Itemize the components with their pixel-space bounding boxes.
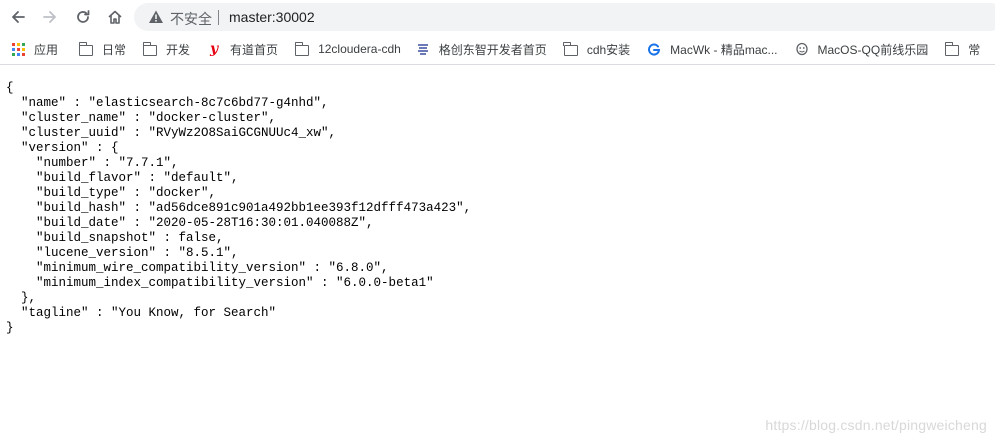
reload-button[interactable] bbox=[70, 4, 96, 30]
browser-toolbar: 不安全 master:30002 bbox=[0, 0, 995, 34]
bookmark-label: 有道首页 bbox=[230, 42, 279, 57]
bookmark-label: 格创东智开发者首页 bbox=[438, 42, 547, 57]
json-line: { bbox=[6, 81, 14, 95]
forward-button[interactable] bbox=[37, 4, 63, 30]
folder-icon bbox=[944, 41, 960, 57]
arrow-right-icon bbox=[43, 11, 56, 23]
home-button[interactable] bbox=[102, 4, 128, 30]
json-line: "build_hash" : "ad56dce891c901a492bb1ee3… bbox=[6, 201, 472, 215]
json-line: "cluster_name" : "docker-cluster", bbox=[6, 111, 277, 125]
bookmark-folder-cloudera[interactable]: 12cloudera-cdh bbox=[288, 37, 407, 61]
bookmarks-bar: 应用 日常 开发 y 有道首页 12cloudera-cdh 格创东智开发者首页… bbox=[0, 34, 995, 65]
bookmark-gechuang[interactable]: 格创东智开发者首页 bbox=[409, 37, 553, 61]
apps-grid-icon bbox=[10, 41, 26, 57]
json-line: "build_snapshot" : false, bbox=[6, 231, 224, 245]
json-line: "tagline" : "You Know, for Search" bbox=[6, 306, 277, 320]
bookmark-label: 开发 bbox=[166, 42, 191, 57]
json-line: } bbox=[6, 321, 14, 335]
folder-icon bbox=[78, 41, 94, 57]
bookmark-label: MacWk - 精品mac... bbox=[670, 42, 778, 57]
url-text[interactable]: master:30002 bbox=[229, 9, 315, 25]
bookmark-folder-daily[interactable]: 日常 bbox=[72, 37, 132, 61]
home-icon bbox=[108, 10, 122, 24]
json-line: "cluster_uuid" : "RVyWz2O8SaiGCGNUUc4_xw… bbox=[6, 126, 337, 140]
json-line: "version" : { bbox=[6, 141, 119, 155]
json-line: "name" : "elasticsearch-8c7c6bd77-g4nhd"… bbox=[6, 96, 329, 110]
warning-icon[interactable] bbox=[148, 9, 164, 25]
folder-icon bbox=[142, 41, 158, 57]
gechuang-icon bbox=[415, 41, 431, 57]
bookmark-apps[interactable]: 应用 bbox=[0, 37, 64, 61]
folder-icon bbox=[294, 41, 310, 57]
qq-icon bbox=[794, 41, 810, 57]
security-status-label[interactable]: 不安全 bbox=[170, 9, 212, 29]
json-response: { "name" : "elasticsearch-8c7c6bd77-g4nh… bbox=[6, 81, 471, 336]
arrow-left-icon bbox=[12, 11, 25, 23]
bookmark-macwk[interactable]: MacWk - 精品mac... bbox=[640, 37, 783, 61]
json-line: "minimum_index_compatibility_version" : … bbox=[6, 276, 434, 290]
folder-icon bbox=[563, 41, 579, 57]
bookmark-label: cdh安装 bbox=[586, 42, 631, 57]
reload-icon bbox=[77, 10, 90, 23]
address-bar[interactable]: 不安全 master:30002 bbox=[134, 3, 995, 31]
bookmark-label: 日常 bbox=[102, 42, 127, 57]
json-line: "lucene_version" : "8.5.1", bbox=[6, 246, 239, 260]
json-line: "build_type" : "docker", bbox=[6, 186, 217, 200]
page-content: { "name" : "elasticsearch-8c7c6bd77-g4nh… bbox=[0, 65, 995, 441]
json-line: "build_flavor" : "default", bbox=[6, 171, 239, 185]
bookmark-youdao[interactable]: y 有道首页 bbox=[200, 37, 284, 61]
json-line: "number" : "7.7.1", bbox=[6, 156, 179, 170]
address-separator bbox=[218, 10, 219, 25]
bookmark-folder-dev[interactable]: 开发 bbox=[136, 37, 196, 61]
bookmark-label: 常 bbox=[968, 42, 981, 57]
bookmark-folder-more[interactable]: 常 bbox=[938, 37, 986, 61]
bookmark-label: MacOS-QQ前线乐园 bbox=[817, 42, 929, 57]
bookmark-label: 应用 bbox=[34, 42, 59, 57]
watermark: https://blog.csdn.net/pingweicheng bbox=[765, 417, 987, 433]
json-line: "build_date" : "2020-05-28T16:30:01.0400… bbox=[6, 216, 374, 230]
macwk-icon bbox=[646, 41, 662, 57]
json-line: }, bbox=[6, 291, 37, 305]
bookmark-label: 12cloudera-cdh bbox=[318, 42, 401, 56]
json-line: "minimum_wire_compatibility_version" : "… bbox=[6, 261, 389, 275]
youdao-icon: y bbox=[209, 41, 219, 57]
bookmark-macos-qq[interactable]: MacOS-QQ前线乐园 bbox=[788, 37, 935, 61]
back-button[interactable] bbox=[5, 4, 31, 30]
bookmark-folder-cdh-install[interactable]: cdh安装 bbox=[557, 37, 636, 61]
